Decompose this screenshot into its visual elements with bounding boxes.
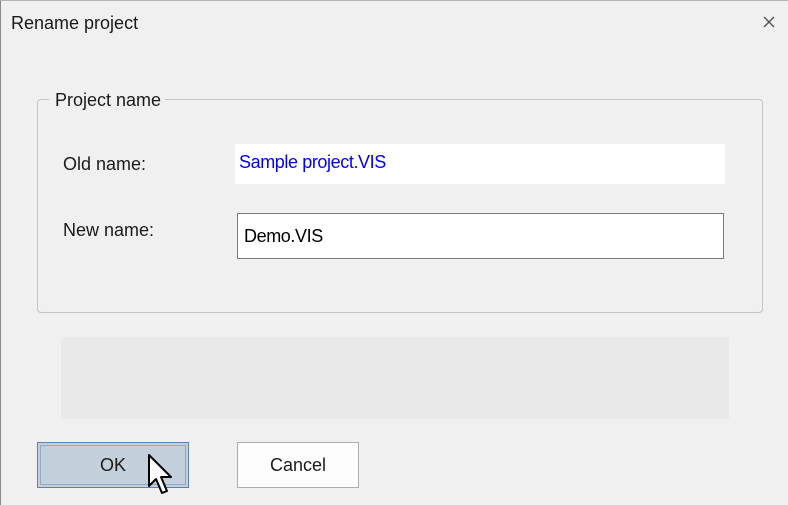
old-name-value: Sample project.VIS (239, 152, 386, 172)
dialog-title: Rename project (11, 13, 139, 33)
message-panel (61, 337, 729, 419)
close-icon (763, 16, 775, 28)
groupbox-legend: Project name (49, 90, 166, 110)
rename-project-dialog: Rename project Project name Old name: Sa… (0, 0, 788, 505)
project-name-groupbox (37, 99, 763, 313)
ok-button-label: OK (99, 454, 126, 475)
ok-button[interactable]: OK (37, 442, 189, 488)
title-bar: Rename project (1, 1, 788, 45)
old-name-value-box: Sample project.VIS (235, 144, 725, 184)
new-name-input[interactable] (237, 213, 724, 259)
new-name-label: New name: (63, 220, 155, 240)
close-button[interactable] (756, 9, 782, 35)
cancel-button-label: Cancel (269, 454, 327, 475)
cancel-button[interactable]: Cancel (237, 442, 359, 488)
old-name-label: Old name: (63, 154, 147, 174)
